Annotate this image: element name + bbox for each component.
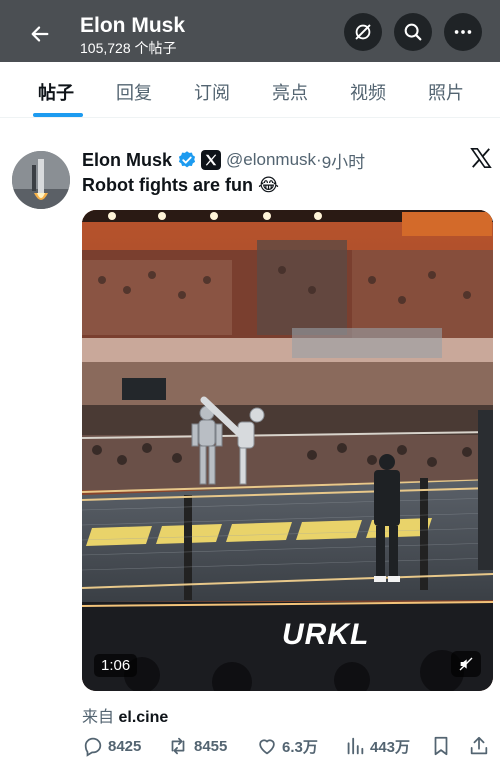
tab-photos[interactable]: 照片 [428,79,464,105]
tab-highlights[interactable]: 亮点 [272,79,308,105]
active-tab-indicator [33,113,83,117]
like-count: 6.3万 [282,738,318,756]
tab-subscriptions[interactable]: 订阅 [194,79,230,105]
post-header: Elon Musk @elonmusk · 9小时 [82,148,365,172]
source-link[interactable]: el.cine [118,709,168,726]
x-affiliate-badge [201,150,222,170]
more-button[interactable] [444,13,482,51]
video-duration: 1:06 [94,654,138,677]
heart-icon [259,739,275,755]
post-count: 105,728 个帖子 [80,40,177,56]
reply-icon [84,737,102,757]
view-count: 443万 [370,738,411,756]
video-player[interactable]: URKL 1:06 [82,210,493,691]
share-button[interactable] [468,734,490,758]
reply-count: 8425 [108,737,142,755]
back-button[interactable] [22,16,58,52]
repost-count: 8455 [194,737,228,755]
repost-button[interactable]: 8455 [166,734,227,758]
profile-name: Elon Musk [80,14,186,37]
post-text: Robot fights are fun 😂 [82,175,280,195]
profile-tabs: 帖子 回复 订阅 亮点 视频 照片 [0,62,500,118]
tab-replies[interactable]: 回复 [116,79,152,105]
x-logo-icon[interactable] [470,147,492,169]
bookmark-icon [434,736,448,756]
reply-button[interactable]: 8425 [82,734,141,758]
views-button[interactable]: 443万 [344,734,410,758]
muted-speaker-icon [459,657,473,671]
share-icon [470,736,488,755]
grok-icon [355,24,371,40]
x-logo-icon [205,154,217,166]
like-button[interactable]: 6.3万 [256,734,318,758]
rocket-avatar-image [12,151,70,209]
arrow-left-icon [31,26,49,42]
post-time[interactable]: 9小时 [322,148,365,173]
post-actions: 8425 8455 6.3万 443万 [82,734,492,758]
mute-button[interactable] [451,651,481,677]
search-button[interactable] [394,13,432,51]
repost-icon [171,737,185,755]
source-prefix: 来自 [82,709,115,726]
author-handle[interactable]: @elonmusk [226,150,316,170]
divider [0,118,500,144]
views-chart-icon [347,737,364,755]
profile-header: Elon Musk 105,728 个帖子 [0,0,500,62]
media-source: 来自 el.cine [82,703,168,727]
bookmark-button[interactable] [430,734,452,758]
tab-posts[interactable]: 帖子 [38,79,74,105]
verified-badge-icon [178,151,196,168]
tab-videos[interactable]: 视频 [350,79,386,105]
more-horizontal-icon [454,30,472,34]
author-name[interactable]: Elon Musk [82,150,172,171]
avatar[interactable] [12,151,70,209]
arena-banner-text: URKL [282,618,370,651]
search-icon [404,23,422,41]
grok-button[interactable] [344,13,382,51]
